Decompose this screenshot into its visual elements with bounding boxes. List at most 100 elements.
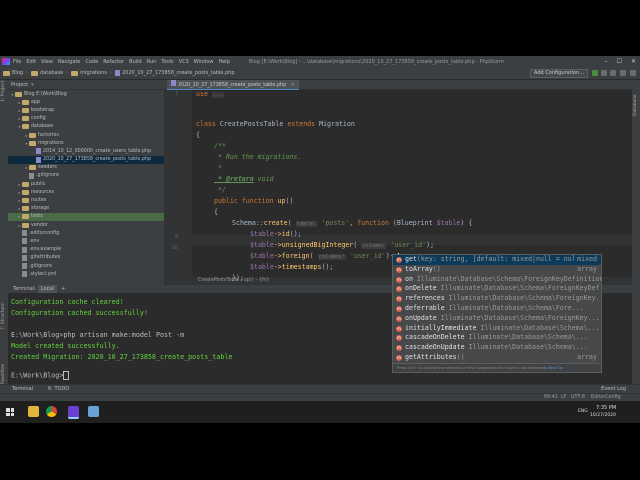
stop-icon[interactable] bbox=[620, 70, 626, 76]
tree-item[interactable]: ▸ tests bbox=[8, 212, 164, 221]
terminal-line: Configuration cache cleared! bbox=[11, 298, 124, 306]
tree-item-label: resources bbox=[31, 189, 55, 195]
folder-icon bbox=[31, 70, 39, 76]
project-tool-button[interactable]: 1: Project bbox=[1, 81, 6, 102]
tree-item[interactable]: 2020_10_27_173858_create_posts_table.php bbox=[8, 155, 164, 164]
menu-navigate[interactable]: Navigate bbox=[58, 59, 80, 65]
file-icon bbox=[22, 238, 27, 245]
tree-item[interactable]: .editorconfig bbox=[8, 229, 164, 237]
taskbar-time[interactable]: 7:35 PM bbox=[596, 405, 616, 411]
todo-tool-button[interactable]: 6: TODO bbox=[48, 386, 69, 392]
tree-item[interactable]: .env.example bbox=[8, 246, 164, 254]
tree-item[interactable]: ▸ app bbox=[8, 98, 164, 106]
event-log-button[interactable]: Event Log bbox=[601, 386, 626, 392]
autocomplete-item[interactable]: m toArray() array bbox=[393, 264, 601, 275]
file-icon bbox=[22, 246, 27, 253]
maximize-icon[interactable]: ☐ bbox=[617, 58, 622, 65]
method-signature: Illuminate\Database\Schema\ForeignKey... bbox=[436, 313, 600, 322]
autocomplete-item[interactable]: m get(key: string, [default: mixed|null =… bbox=[393, 255, 601, 265]
autocomplete-item[interactable]: m deferrable Illuminate\Database\Schema\F… bbox=[393, 304, 601, 314]
code-line-doc-star: * bbox=[214, 164, 222, 172]
tree-item[interactable]: ▸ vendor bbox=[8, 221, 164, 229]
database-tool-button[interactable]: Database bbox=[633, 95, 638, 116]
method-signature: () bbox=[456, 352, 465, 361]
menu-run[interactable]: Run bbox=[147, 59, 157, 65]
tree-item[interactable]: ▾ database bbox=[8, 123, 164, 131]
language-indicator[interactable]: ENG bbox=[578, 409, 588, 414]
tree-item[interactable]: ▾ Blog E:\Work\Blog bbox=[8, 90, 164, 98]
code-line-timestamps: $table->timestamps(); bbox=[250, 263, 333, 271]
tree-item[interactable]: ▸ bootstrap bbox=[8, 106, 164, 114]
folder-icon bbox=[15, 91, 22, 97]
method-signature: () bbox=[432, 264, 441, 273]
next-tip-link[interactable]: Next Tip bbox=[548, 366, 563, 370]
chrome-icon[interactable] bbox=[46, 406, 57, 417]
tree-item[interactable]: .env bbox=[8, 237, 164, 245]
phpstorm-taskbar-icon[interactable] bbox=[68, 406, 79, 419]
tree-item[interactable]: 2014_10_12_000000_create_users_table.php bbox=[8, 147, 164, 155]
file-icon bbox=[22, 271, 27, 278]
autocomplete-item[interactable]: m on Illuminate\Database\Schema\ForeignKe… bbox=[393, 275, 601, 285]
crumb-separator-icon: › bbox=[110, 70, 112, 76]
search-icon[interactable] bbox=[630, 70, 636, 76]
menu-view[interactable]: View bbox=[41, 59, 53, 65]
menu-edit[interactable]: Edit bbox=[26, 59, 36, 65]
tree-item[interactable]: ▸ routes bbox=[8, 196, 164, 204]
menu-refactor[interactable]: Refactor bbox=[103, 59, 124, 65]
file-explorer-icon[interactable] bbox=[28, 406, 39, 417]
editor-tab[interactable]: 2020_10_27_173858_create_posts_table.php… bbox=[167, 80, 299, 90]
crumb-blog[interactable]: Blog bbox=[3, 70, 23, 76]
autocomplete-item-name: get(key: string, [default: mixed|null = … bbox=[405, 255, 588, 265]
tree-item[interactable]: .gitignore bbox=[8, 172, 164, 180]
method-signature: Illuminate\Database\Schema\ForeignKeyDef… bbox=[412, 274, 602, 283]
structure-tool-button[interactable]: 7: Structure bbox=[1, 303, 6, 330]
close-tab-icon[interactable]: × bbox=[291, 83, 295, 88]
tree-item[interactable]: ▸ factories bbox=[8, 131, 164, 139]
new-terminal-button[interactable]: + bbox=[58, 285, 68, 293]
autocomplete-item[interactable]: m cascadeOnUpdate Illuminate\Database\Sch… bbox=[393, 343, 601, 353]
autocomplete-tip: Press Ctrl+. to choose the selected (or … bbox=[397, 366, 547, 370]
tree-item[interactable]: .gitattributes bbox=[8, 254, 164, 262]
menu-vcs[interactable]: VCS bbox=[179, 59, 189, 65]
tree-item[interactable]: ▸ storage bbox=[8, 205, 164, 213]
close-icon[interactable]: ✕ bbox=[631, 58, 636, 65]
taskbar-date[interactable]: 10/27/2020 bbox=[590, 413, 616, 418]
method-icon: m bbox=[396, 315, 402, 322]
debug-icon[interactable] bbox=[601, 70, 607, 76]
autocomplete-popup[interactable]: m get(key: string, [default: mixed|null =… bbox=[392, 254, 602, 373]
tree-item[interactable]: ▸ public bbox=[8, 180, 164, 188]
crumb-migrations[interactable]: migrations bbox=[71, 70, 107, 76]
menu-file[interactable]: File bbox=[13, 59, 21, 65]
terminal-tab-local[interactable]: Local bbox=[38, 285, 57, 293]
windows-start-icon[interactable] bbox=[6, 408, 14, 416]
tree-item[interactable]: ▸ config bbox=[8, 115, 164, 123]
autocomplete-item[interactable]: m onDelete Illuminate\Database\Schema\For… bbox=[393, 284, 601, 294]
folder-icon bbox=[29, 140, 36, 146]
crumb-file[interactable]: 2020_10_27_173858_create_posts_table.php bbox=[115, 70, 235, 76]
coverage-icon[interactable] bbox=[610, 70, 616, 76]
terminal-tool-button[interactable]: Terminal bbox=[12, 386, 33, 392]
tree-item[interactable]: .gitignore bbox=[8, 262, 164, 270]
autocomplete-item[interactable]: m initiallyImmediate Illuminate\Database\… bbox=[393, 324, 601, 334]
tree-item[interactable]: ▸ resources bbox=[8, 188, 164, 196]
add-configuration-button[interactable]: Add Configuration... bbox=[530, 69, 588, 78]
code-line-unsigned-big-integer: $table->unsignedBigInteger( column: 'use… bbox=[250, 241, 435, 249]
menu-help[interactable]: Help bbox=[218, 59, 229, 65]
tree-item[interactable]: .styleci.yml bbox=[8, 270, 164, 278]
app-taskbar-icon[interactable] bbox=[88, 406, 99, 417]
minimize-icon[interactable]: – bbox=[605, 58, 608, 65]
code-token: ->timestamps bbox=[273, 263, 322, 271]
menu-tools[interactable]: Tools bbox=[161, 59, 173, 65]
tree-item[interactable]: ▾ migrations bbox=[8, 139, 164, 147]
autocomplete-item[interactable]: m onUpdate Illuminate\Database\Schema\For… bbox=[393, 314, 601, 324]
menu-code[interactable]: Code bbox=[85, 59, 98, 65]
autocomplete-item[interactable]: m getAttributes() array bbox=[393, 352, 601, 363]
menu-build[interactable]: Build bbox=[129, 59, 142, 65]
autocomplete-item[interactable]: m cascadeOnDelete Illuminate\Database\Sch… bbox=[393, 333, 601, 343]
run-icon[interactable] bbox=[592, 70, 598, 76]
chevron-down-icon[interactable]: ▾ bbox=[31, 82, 34, 88]
menu-window[interactable]: Window bbox=[194, 59, 214, 65]
tree-item[interactable]: ▸ seeders bbox=[8, 164, 164, 172]
autocomplete-item[interactable]: m references Illuminate\Database\Schema\F… bbox=[393, 294, 601, 304]
crumb-database[interactable]: database bbox=[31, 70, 63, 76]
